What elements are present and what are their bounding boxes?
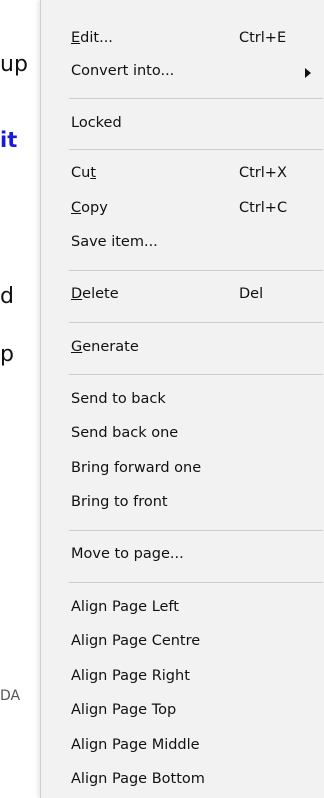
menu-item-label: Align Page Top: [71, 702, 177, 718]
menu-separator: [69, 374, 323, 375]
menu-item-align-page-top[interactable]: Align Page Top: [41, 700, 324, 724]
menu-item-bring-to-front[interactable]: Bring to front: [41, 492, 324, 516]
background-text-fragment: d: [0, 284, 14, 309]
menu-separator: [69, 270, 323, 271]
menu-item-label: Delete: [71, 286, 119, 302]
menu-item-label: Send to back: [71, 391, 166, 407]
menu-item-align-page-left[interactable]: Align Page Left: [41, 597, 324, 621]
menu-item-edit[interactable]: Edit... Ctrl+E: [41, 28, 324, 52]
shortcut-label: Ctrl+X: [239, 165, 287, 181]
menu-item-label: Cut: [71, 165, 97, 181]
menu-item-align-page-middle[interactable]: Align Page Middle: [41, 735, 324, 759]
background-text-fragment: DA: [0, 688, 21, 704]
menu-item-move-to-page[interactable]: Move to page...: [41, 544, 324, 568]
menu-item-delete[interactable]: Delete Del: [41, 284, 324, 308]
background-text-fragment: p: [0, 342, 14, 367]
menu-item-label: Align Page Right: [71, 668, 190, 684]
context-menu: Edit... Ctrl+E Convert into... Locked Cu…: [40, 0, 324, 798]
menu-item-label: Bring forward one: [71, 460, 202, 476]
background-link-fragment: it: [0, 128, 18, 152]
menu-separator: [69, 530, 323, 531]
menu-item-copy[interactable]: Copy Ctrl+C: [41, 198, 324, 222]
menu-item-label: Save item...: [71, 234, 158, 250]
menu-separator: [69, 149, 323, 150]
menu-separator: [69, 322, 323, 323]
menu-item-label: Bring to front: [71, 494, 168, 510]
menu-item-bring-forward-one[interactable]: Bring forward one: [41, 458, 324, 482]
menu-item-locked[interactable]: Locked: [41, 113, 324, 137]
menu-item-label: Convert into...: [71, 63, 175, 79]
menu-item-label: Align Page Left: [71, 599, 179, 615]
menu-item-label: Align Page Middle: [71, 737, 200, 753]
menu-item-convert-into[interactable]: Convert into...: [41, 61, 324, 85]
menu-item-save-item[interactable]: Save item...: [41, 232, 324, 256]
menu-separator: [69, 98, 323, 99]
menu-item-send-to-back[interactable]: Send to back: [41, 389, 324, 413]
menu-item-label: Move to page...: [71, 546, 184, 562]
menu-item-label: Align Page Centre: [71, 633, 201, 649]
shortcut-label: Del: [239, 286, 264, 302]
menu-item-cut[interactable]: Cut Ctrl+X: [41, 163, 324, 187]
menu-item-label: Send back one: [71, 425, 179, 441]
menu-item-align-page-right[interactable]: Align Page Right: [41, 666, 324, 690]
menu-item-label: Generate: [71, 339, 139, 355]
menu-item-generate[interactable]: Generate: [41, 337, 324, 361]
menu-item-label: Align Page Bottom: [71, 771, 205, 787]
submenu-arrow-icon: [305, 68, 311, 78]
menu-item-label: Copy: [71, 200, 108, 216]
menu-separator: [69, 582, 323, 583]
menu-item-align-page-bottom[interactable]: Align Page Bottom: [41, 769, 324, 793]
menu-item-label: Edit...: [71, 30, 113, 46]
menu-item-align-page-centre[interactable]: Align Page Centre: [41, 631, 324, 655]
menu-item-send-back-one[interactable]: Send back one: [41, 423, 324, 447]
menu-item-label: Locked: [71, 115, 122, 131]
background-text-fragment: up: [0, 52, 28, 77]
shortcut-label: Ctrl+E: [239, 30, 287, 46]
shortcut-label: Ctrl+C: [239, 200, 288, 216]
